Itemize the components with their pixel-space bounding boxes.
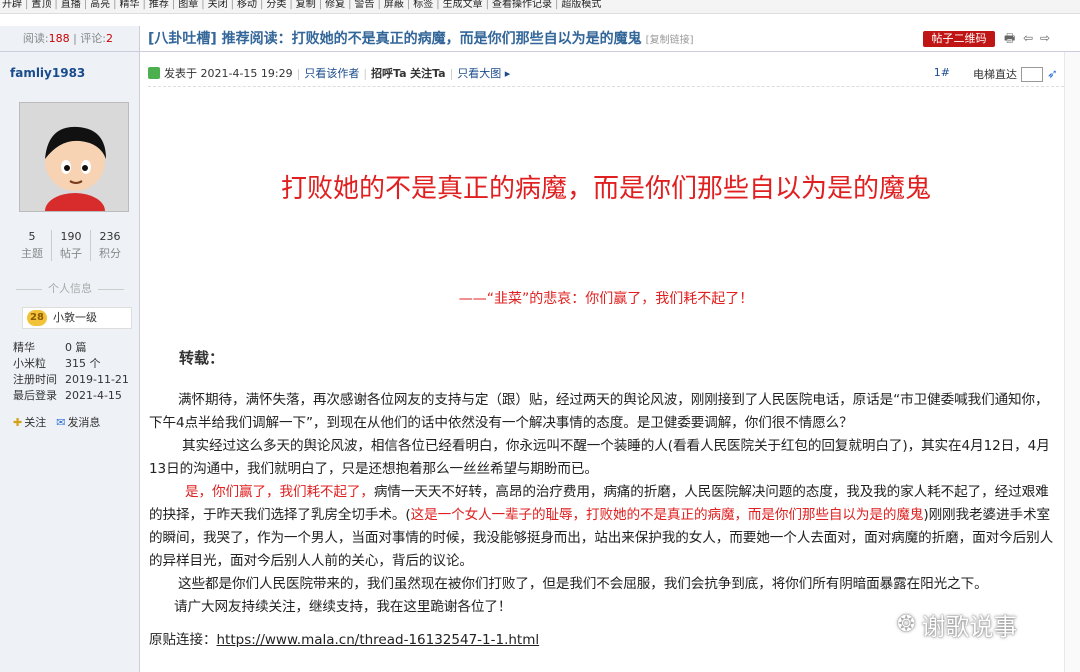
- toolbar-item[interactable]: 直播: [61, 0, 81, 10]
- user-level: 28 小敦一级: [22, 307, 132, 329]
- toolbar-separator: |: [289, 0, 293, 10]
- follow-icon: ✚: [13, 416, 23, 429]
- elevator-go-icon[interactable]: ➶: [1047, 67, 1058, 82]
- paragraph: 这些都是你们人民医院带来的，我们虽然现在被你们打败了，但是我们不会屈服，我们会抗…: [178, 576, 988, 592]
- post-divider: [148, 86, 1064, 87]
- thread-title[interactable]: [八卦吐槽] 推荐阅读：打败她的不是真正的病魔，而是你们那些自以为是的魔鬼: [148, 31, 642, 47]
- toolbar-item[interactable]: 高亮: [90, 0, 110, 10]
- toolbar-item[interactable]: 图章: [178, 0, 198, 10]
- post-body: 满怀期待，满怀失落，再次感谢各位网友的支持与定（跟）贴，经过两天的舆论风波，刚刚…: [149, 389, 1061, 619]
- toolbar-separator: |: [485, 0, 489, 10]
- toolbar-separator: |: [555, 0, 559, 10]
- elevator-input[interactable]: [1021, 66, 1043, 82]
- scrollbar[interactable]: [1064, 52, 1080, 672]
- post-icon: [148, 67, 160, 79]
- thread-stats: 阅读:188 | 评论:2: [0, 26, 140, 52]
- greet-link[interactable]: 招呼Ta: [371, 67, 407, 80]
- toolbar-item[interactable]: 屏蔽: [384, 0, 404, 10]
- toolbar-item[interactable]: 生成文章: [443, 0, 483, 10]
- copy-link[interactable]: [复制链接]: [646, 35, 694, 46]
- post-headline: 打败她的不是真正的病魔，而是你们那些自以为是的魔鬼: [280, 174, 931, 204]
- avatar[interactable]: [19, 102, 129, 212]
- watermark: ❂ 谢歌说事: [897, 612, 1018, 641]
- post-subhead: ——“韭菜”的悲哀：你们赢了，我们耗不起了！: [458, 291, 754, 307]
- level-name: 小敦一级: [53, 311, 97, 324]
- count-points[interactable]: 236 积分: [91, 230, 129, 261]
- toolbar-separator: |: [260, 0, 264, 10]
- toolbar-item[interactable]: 查看操作记录: [492, 0, 552, 10]
- level-badge-icon: 28: [27, 310, 47, 326]
- mail-icon: ✉: [56, 416, 66, 429]
- follow-button[interactable]: ✚ 关注: [13, 414, 46, 430]
- count-posts[interactable]: 190 帖子: [52, 230, 91, 261]
- toolbar-item[interactable]: 修复: [325, 0, 345, 10]
- toolbar-separator: |: [318, 0, 323, 10]
- next-icon[interactable]: ⇨: [1040, 31, 1050, 45]
- only-author-link[interactable]: 只看该作者: [304, 67, 359, 80]
- author-counts: 5 主题 190 帖子 236 积分: [13, 230, 129, 261]
- reply-label: 评论:: [80, 32, 106, 45]
- reply-count: 2: [106, 32, 113, 45]
- toolbar-separator: |: [171, 0, 176, 10]
- post-meta: 发表于 2021-4-15 19:29 | 只看该作者 | 招呼Ta 关注Ta | 只看大图…: [148, 66, 1068, 86]
- toolbar-item[interactable]: 移动: [237, 0, 257, 10]
- floor-number: 1#: [933, 66, 950, 79]
- toolbar-item[interactable]: 分类: [266, 0, 286, 10]
- print-icon[interactable]: 🖶: [1004, 31, 1015, 45]
- toolbar-separator: |: [113, 0, 117, 10]
- repost-label: 转载：: [179, 349, 225, 367]
- author-actions: ✚ 关注 ✉ 发消息: [13, 414, 100, 430]
- big-image-link[interactable]: 只看大图 ▸: [457, 67, 510, 80]
- elevator-label: 电梯直达: [973, 68, 1017, 81]
- toolbar-separator: |: [436, 0, 440, 10]
- read-label: 阅读:: [22, 32, 49, 45]
- toolbar-separator: |: [406, 0, 411, 10]
- source-url[interactable]: https://www.mala.cn/thread-16132547-1-1.…: [217, 632, 540, 648]
- author-sidebar: famliy1983 5 主题 190 帖子 236 积分 个人信息 28 小敦一级 …: [0, 52, 140, 672]
- toolbar-item[interactable]: 警告: [355, 0, 375, 10]
- source-link: 原贴连接：https://www.mala.cn/thread-16132547…: [149, 632, 540, 648]
- prev-icon[interactable]: ⇦: [1023, 31, 1033, 45]
- read-count: 188: [48, 32, 70, 45]
- message-button[interactable]: ✉ 发消息: [56, 414, 100, 430]
- toolbar-item[interactable]: 复制: [296, 0, 316, 10]
- toolbar-item[interactable]: 超版模式: [561, 0, 601, 10]
- wechat-icon: ❂: [897, 612, 916, 637]
- toolbar-separator: |: [54, 0, 58, 10]
- toolbar-separator: |: [83, 0, 88, 10]
- toolbar-item[interactable]: 精华: [120, 0, 140, 10]
- moderator-toolbar: 开辟 | 置顶 | 直播 | 高亮 | 精华 | 推荐 | 图章 | 关闭 | 移动 | 分类 | 复制 | 修复 | 警告 | 屏…: [0, 0, 1080, 14]
- count-topics[interactable]: 5 主题: [13, 230, 52, 261]
- paragraph: 其实经过这么多天的舆论风波，相信各位已经看明白，你永远叫不醒一个装睡的人(看看人…: [149, 438, 1050, 477]
- toolbar-separator: |: [348, 0, 352, 10]
- toolbar-separator: |: [377, 0, 381, 10]
- toolbar-item[interactable]: 关闭: [208, 0, 228, 10]
- toolbar-separator: |: [142, 0, 146, 10]
- info-title: 个人信息: [0, 280, 140, 296]
- toolbar-item[interactable]: 置顶: [31, 0, 51, 10]
- author-name[interactable]: famliy1983: [10, 66, 85, 80]
- elevator: 电梯直达 ➶: [973, 66, 1058, 82]
- qr-code-button[interactable]: 帖子二维码: [923, 31, 995, 47]
- author-details: 精华 0 篇 小米粒 315 个 注册时间 2019-11-21 最后登录 2021-4…: [13, 341, 129, 402]
- toolbar-separator: |: [201, 0, 205, 10]
- toolbar-separator: |: [25, 0, 29, 10]
- post-time: 发表于 2021-4-15 19:29: [164, 67, 293, 80]
- follow-ta-link[interactable]: 关注Ta: [410, 67, 446, 80]
- toolbar-separator: |: [230, 0, 234, 10]
- toolbar-item[interactable]: 推荐: [149, 0, 169, 10]
- paragraph: 是，你们赢了，我们耗不起了，病情一天天不好转，高昂的治疗费用，病痛的折磨，人民医…: [149, 484, 1054, 569]
- toolbar-item[interactable]: 标签: [413, 0, 433, 10]
- toolbar-item[interactable]: 开辟: [2, 0, 22, 10]
- paragraph: 满怀期待，满怀失落，再次感谢各位网友的支持与定（跟）贴，经过两天的舆论风波，刚刚…: [149, 392, 1049, 431]
